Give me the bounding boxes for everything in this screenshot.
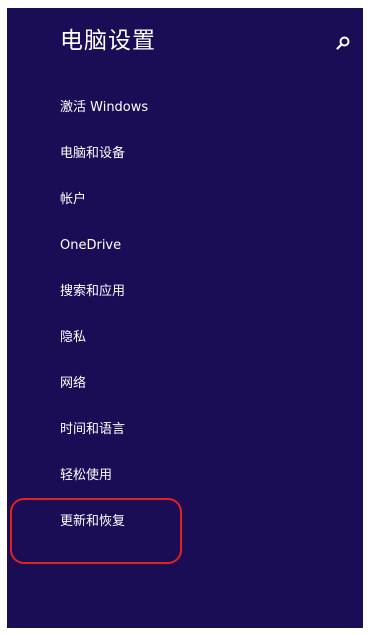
page-title: 电脑设置 [60, 28, 156, 54]
menu-item-ease-of-access[interactable]: 轻松使用 [60, 467, 112, 485]
settings-pane: 电脑设置 激活 Windows 电脑和设备 帐户 OneDrive 搜索和应用 … [7, 8, 363, 628]
menu-item-search-and-apps[interactable]: 搜索和应用 [60, 283, 125, 301]
menu-item-onedrive[interactable]: OneDrive [60, 237, 121, 255]
menu-item-time-and-language[interactable]: 时间和语言 [60, 421, 125, 439]
menu-item-update-and-recovery[interactable]: 更新和恢复 [60, 513, 125, 531]
menu-item-privacy[interactable]: 隐私 [60, 329, 86, 347]
menu-item-activate-windows[interactable]: 激活 Windows [60, 99, 148, 117]
menu-item-pc-and-devices[interactable]: 电脑和设备 [60, 145, 125, 163]
menu-item-accounts[interactable]: 帐户 [60, 191, 86, 209]
annotation-highlight-box [10, 498, 182, 564]
search-icon[interactable] [336, 35, 350, 50]
menu-item-network[interactable]: 网络 [60, 375, 86, 393]
